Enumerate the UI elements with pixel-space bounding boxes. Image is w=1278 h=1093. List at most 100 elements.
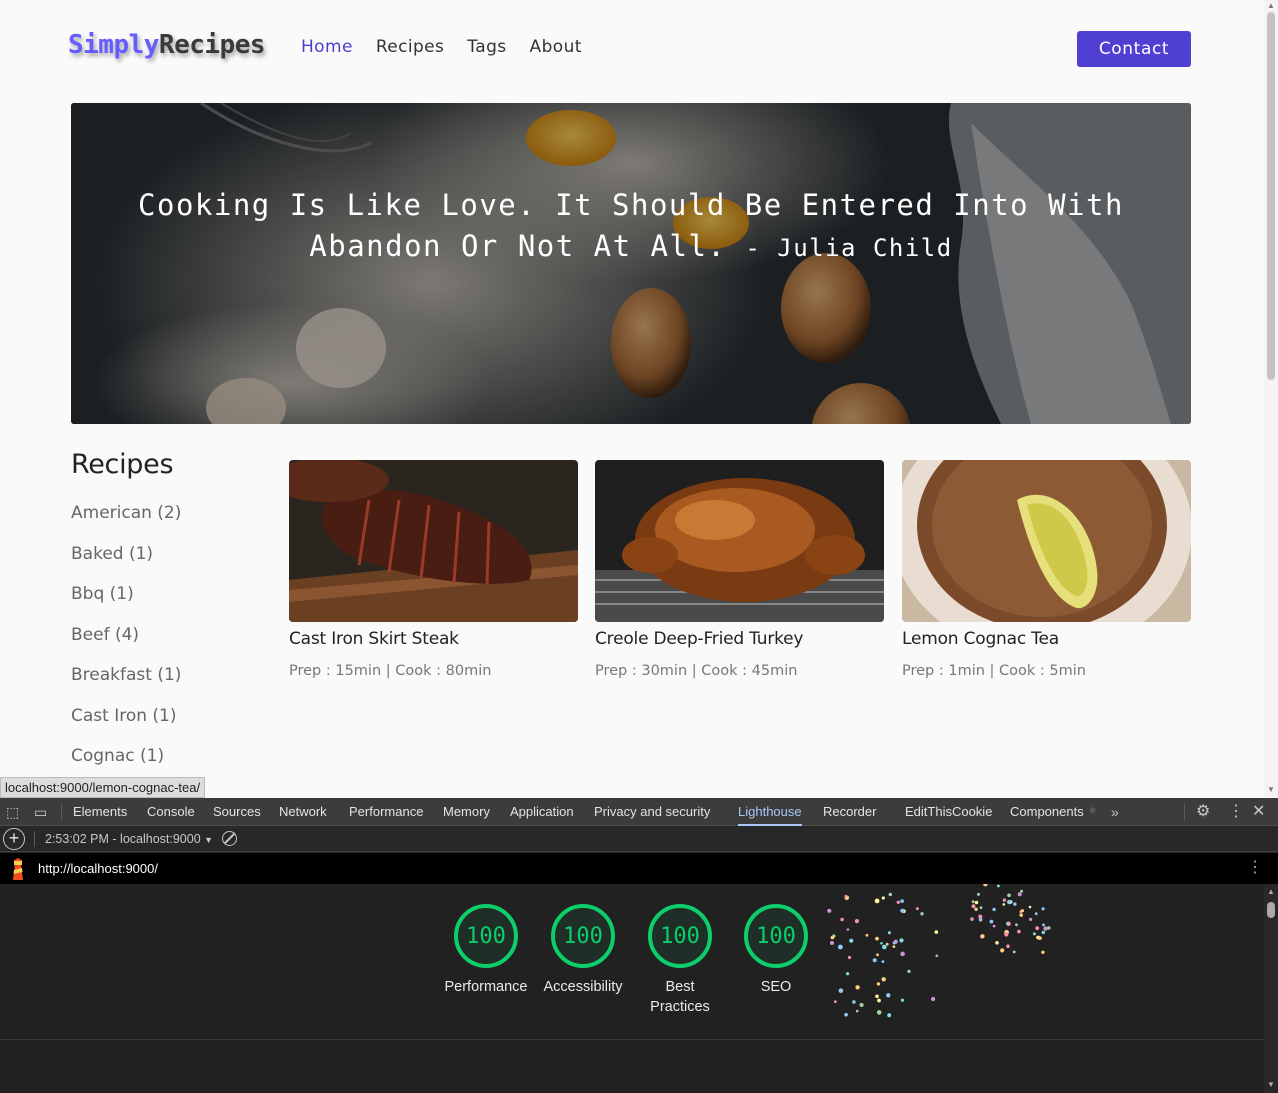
- more-tabs-icon[interactable]: »: [1111, 798, 1119, 826]
- confetti-dot: [865, 933, 869, 937]
- tab-recorder[interactable]: Recorder: [823, 798, 876, 826]
- recipe-card[interactable]: Cast Iron Skirt Steak Prep : 15min | Coo…: [289, 460, 578, 679]
- settings-gear-icon[interactable]: ⚙: [1196, 798, 1210, 826]
- tab-components[interactable]: Components: [1010, 798, 1084, 826]
- confetti-dot: [1019, 913, 1023, 917]
- inspect-element-icon[interactable]: ⬚: [6, 798, 19, 826]
- confetti-dot: [876, 1010, 882, 1015]
- more-options-icon[interactable]: ⋮: [1228, 798, 1244, 826]
- recipe-image-tea: [902, 460, 1191, 622]
- site-logo[interactable]: SimplyRecipes: [68, 30, 266, 60]
- confetti-dot: [1042, 923, 1045, 927]
- confetti-dot: [892, 945, 896, 948]
- confetti-dot: [1041, 907, 1045, 911]
- confetti-dot: [881, 896, 885, 900]
- nav-links: Home Recipes Tags About: [301, 37, 605, 57]
- confetti-dot: [838, 944, 843, 950]
- page-scrollbar[interactable]: ▲ ▼: [1264, 0, 1278, 797]
- device-toolbar-icon[interactable]: ▭: [34, 798, 47, 826]
- nav-link-home[interactable]: Home: [301, 37, 353, 57]
- audited-url[interactable]: http://localhost:9000/: [38, 853, 158, 884]
- close-icon[interactable]: ✕: [1252, 798, 1265, 826]
- tag-link-bbq[interactable]: Bbq (1): [71, 582, 181, 623]
- confetti-dot: [834, 1000, 837, 1003]
- scroll-up-icon[interactable]: ▲: [1267, 888, 1275, 896]
- confetti-dot: [977, 892, 980, 896]
- recipe-image-turkey: [595, 460, 884, 622]
- divider: [61, 804, 62, 820]
- confetti-dot: [893, 939, 898, 944]
- report-select-value: 2:53:02 PM - localhost:9000: [45, 832, 201, 846]
- confetti-dot: [907, 969, 911, 973]
- confetti-dot: [1029, 917, 1033, 921]
- confetti-dot: [859, 1003, 864, 1007]
- tab-memory[interactable]: Memory: [443, 798, 490, 826]
- confetti-dot: [992, 924, 996, 928]
- status-bar-url: localhost:9000/lemon-cognac-tea/: [0, 777, 206, 798]
- confetti-dot: [900, 899, 904, 903]
- navbar: SimplyRecipes Home Recipes Tags About Co…: [0, 0, 1264, 96]
- tab-application[interactable]: Application: [510, 798, 574, 826]
- confetti-dot: [854, 919, 859, 924]
- logo-simply: Simply: [68, 30, 159, 60]
- tag-link-beef[interactable]: Beef (4): [71, 623, 181, 664]
- recipe-card[interactable]: Lemon Cognac Tea Prep : 1min | Cook : 5m…: [902, 460, 1191, 679]
- report-select[interactable]: 2:53:02 PM - localhost:9000 ▼: [45, 826, 213, 853]
- tab-lighthouse[interactable]: Lighthouse: [738, 798, 802, 826]
- recipe-meta: Prep : 1min | Cook : 5min: [902, 663, 1086, 679]
- confetti-dot: [1020, 889, 1023, 893]
- page-scroll-thumb[interactable]: [1267, 12, 1275, 380]
- tag-link-baked[interactable]: Baked (1): [71, 542, 181, 583]
- confetti-dot: [846, 972, 850, 976]
- nav-link-recipes[interactable]: Recipes: [376, 37, 444, 57]
- tab-performance[interactable]: Performance: [349, 798, 423, 826]
- confetti-dot: [1047, 926, 1051, 930]
- confetti-dot: [1035, 926, 1040, 931]
- devtools-scroll-thumb[interactable]: [1267, 902, 1275, 918]
- confetti-dot: [970, 917, 974, 921]
- confetti-dot: [840, 917, 844, 922]
- confetti-dot: [888, 892, 892, 897]
- confetti-dot: [1002, 898, 1007, 902]
- tab-sources[interactable]: Sources: [213, 798, 261, 826]
- confetti-dot: [1013, 902, 1017, 906]
- tab-console[interactable]: Console: [147, 798, 195, 826]
- confetti-dot: [830, 941, 834, 945]
- nav-link-about[interactable]: About: [530, 37, 582, 57]
- confetti-dot: [1006, 944, 1010, 948]
- new-report-plus-icon[interactable]: +: [3, 828, 25, 850]
- tag-link-american[interactable]: American (2): [71, 501, 181, 542]
- gauge-seo[interactable]: 100 SEO: [726, 904, 826, 997]
- tag-link-breakfast[interactable]: Breakfast (1): [71, 663, 181, 704]
- devtools-scrollbar[interactable]: ▲ ▼: [1264, 884, 1278, 1093]
- tab-privacy-security[interactable]: Privacy and security: [594, 798, 710, 826]
- tag-link-cast-iron[interactable]: Cast Iron (1): [71, 704, 181, 745]
- tab-editthiscookie[interactable]: EditThisCookie: [905, 798, 992, 826]
- confetti-dot: [1007, 899, 1012, 905]
- confetti-dot: [881, 977, 886, 982]
- confetti-dot: [997, 884, 1000, 888]
- gauge-accessibility[interactable]: 100 Accessibility: [533, 904, 633, 997]
- scroll-down-icon[interactable]: ▼: [1267, 1081, 1275, 1089]
- tab-elements[interactable]: Elements: [73, 798, 127, 826]
- contact-button[interactable]: Contact: [1077, 31, 1191, 67]
- nav-link-tags[interactable]: Tags: [467, 37, 506, 57]
- recipe-card[interactable]: Creole Deep-Fried Turkey Prep : 30min | …: [595, 460, 884, 679]
- tab-network[interactable]: Network: [279, 798, 327, 826]
- scroll-down-icon[interactable]: ▼: [1267, 786, 1275, 794]
- divider: [0, 1039, 1264, 1040]
- confetti-dot: [989, 919, 994, 924]
- gauge-performance[interactable]: 100 Performance: [436, 904, 536, 997]
- confetti-dot: [995, 941, 999, 945]
- confetti-dot: [852, 1000, 856, 1004]
- scroll-up-icon[interactable]: ▲: [1267, 2, 1275, 10]
- lighthouse-logo-icon: [13, 858, 23, 880]
- confetti-dot: [1041, 930, 1045, 935]
- hero-quote: Cooking Is Like Love. It Should Be Enter…: [71, 185, 1191, 269]
- confetti-dot: [855, 985, 860, 990]
- confetti-dot: [979, 906, 983, 909]
- report-menu-icon[interactable]: ⋮: [1247, 859, 1263, 877]
- recipe-title: Lemon Cognac Tea: [902, 629, 1059, 649]
- clear-reports-icon[interactable]: [222, 831, 237, 846]
- gauge-best-practices[interactable]: 100 Best Practices: [630, 904, 730, 1017]
